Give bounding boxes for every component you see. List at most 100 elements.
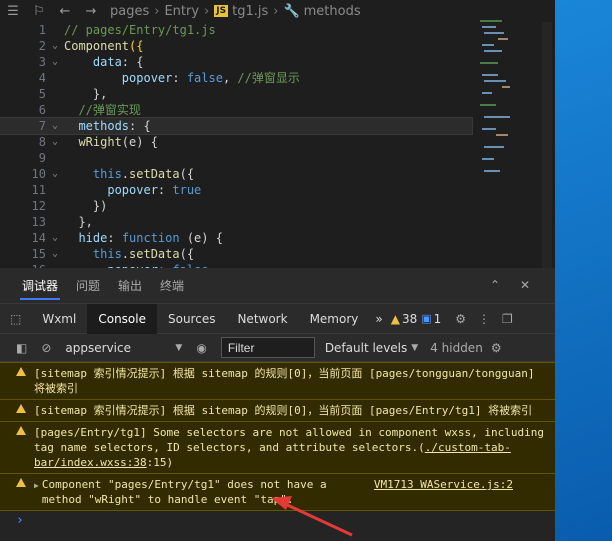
code-token: : — [107, 231, 122, 245]
editor-scrollbar[interactable] — [542, 22, 552, 268]
forward-icon[interactable]: → — [78, 4, 104, 19]
log-levels-dropdown[interactable]: Default levels — [325, 341, 407, 355]
console-warning[interactable]: [sitemap 索引情况提示] 根据 sitemap 的规则[0]，当前页面 … — [0, 399, 555, 421]
tab-problems[interactable]: 问题 — [76, 268, 100, 304]
context-selector[interactable]: appservice — [65, 341, 175, 355]
breadcrumb-item[interactable]: methods — [304, 4, 361, 19]
code-editor[interactable]: ☰ ⚐ ← → pages › Entry › JS tg1.js › 🔧 me… — [0, 0, 555, 268]
code-token: //弹窗实现 — [64, 103, 141, 117]
tab-console[interactable]: Console — [87, 303, 157, 334]
close-icon[interactable]: ✕ — [520, 278, 530, 292]
code-token: (e) { — [121, 135, 158, 149]
filter-input[interactable] — [220, 337, 315, 358]
tab-output[interactable]: 输出 — [118, 268, 142, 304]
tab-terminal[interactable]: 终端 — [160, 268, 184, 304]
fold-chevron-icon[interactable]: ⌄ — [46, 54, 64, 70]
clear-console-icon[interactable]: ⊘ — [41, 341, 51, 355]
source-link[interactable]: VM1713 WAService.js:2 — [374, 477, 513, 492]
code-line[interactable]: 9 — [0, 150, 472, 166]
fold-chevron-icon[interactable] — [46, 86, 64, 102]
warning-icon — [16, 367, 26, 376]
fold-chevron-icon[interactable]: ⌄ — [46, 166, 64, 182]
inspect-element-icon[interactable]: ⬚ — [0, 304, 31, 334]
chevron-down-icon[interactable]: ▼ — [175, 343, 182, 353]
code-line[interactable]: 13 }, — [0, 214, 472, 230]
console-warning[interactable]: ▶ Component "pages/Entry/tg1" does not ha… — [0, 473, 555, 510]
console-settings-gear-icon[interactable]: ⚙ — [491, 341, 502, 355]
line-number: 9 — [38, 151, 46, 165]
code-line[interactable]: 2 ⌄ Component({ — [0, 38, 472, 54]
code-line[interactable]: 8 ⌄ wRight(e) { — [0, 134, 472, 150]
bookmark-icon[interactable]: ⚐ — [26, 4, 52, 19]
info-icon: ▣ — [421, 312, 432, 325]
line-number: 11 — [31, 183, 46, 197]
fold-chevron-icon[interactable] — [46, 150, 64, 166]
code-text: methods: { — [64, 118, 472, 134]
code-token: : — [157, 183, 173, 197]
warning-count[interactable]: 38 — [402, 312, 417, 326]
chevron-up-icon[interactable]: ⌃ — [490, 278, 500, 292]
info-count[interactable]: 1 — [434, 312, 442, 326]
back-icon[interactable]: ← — [52, 4, 78, 19]
code-text: }, — [64, 214, 472, 230]
fold-chevron-icon[interactable] — [46, 198, 64, 214]
more-tabs-button[interactable]: » — [369, 304, 388, 334]
chevron-right-icon: › — [154, 3, 160, 19]
fold-chevron-icon[interactable] — [46, 214, 64, 230]
breadcrumb-item[interactable]: pages — [110, 4, 149, 19]
breadcrumb-item[interactable]: Entry — [164, 4, 199, 19]
settings-gear-icon[interactable]: ⚙ — [455, 312, 466, 326]
fold-chevron-icon[interactable]: ⌄ — [46, 230, 64, 246]
hidden-count[interactable]: 4 hidden — [430, 341, 483, 355]
tab-sources[interactable]: Sources — [157, 304, 226, 334]
code-token: }, — [64, 215, 93, 229]
fold-chevron-icon[interactable]: ⌄ — [46, 118, 64, 134]
tab-network[interactable]: Network — [226, 304, 298, 334]
dock-icon[interactable]: ❐ — [502, 312, 513, 326]
console-warning[interactable]: [sitemap 索引情况提示] 根据 sitemap 的规则[0]，当前页面 … — [0, 362, 555, 399]
code-line[interactable]: 15 ⌄ this.setData({ — [0, 246, 472, 262]
code-line[interactable]: 4 popover: false, //弹窗显示 — [0, 70, 472, 86]
fold-chevron-icon[interactable]: ⌄ — [46, 246, 64, 262]
fold-chevron-icon[interactable]: ⌄ — [46, 134, 64, 150]
fold-chevron-icon[interactable]: ⌄ — [46, 38, 64, 54]
breadcrumb-item[interactable]: tg1.js — [232, 4, 268, 19]
code-token: wRight — [64, 135, 122, 149]
code-line[interactable]: 3 ⌄ data: { — [0, 54, 472, 70]
code-text: wRight(e) { — [64, 134, 472, 150]
warning-icon — [16, 478, 26, 487]
line-number: 2 — [38, 39, 46, 53]
fold-chevron-icon[interactable] — [46, 70, 64, 86]
fold-chevron-icon[interactable] — [46, 102, 64, 118]
console-prompt[interactable]: › — [0, 510, 555, 530]
code-line[interactable]: 10 ⌄ this.setData({ — [0, 166, 472, 182]
console-warning[interactable]: [pages/Entry/tg1] Some selectors are not… — [0, 421, 555, 473]
code-line[interactable]: 1 // pages/Entry/tg1.js — [0, 22, 472, 38]
code-token: popover — [64, 71, 173, 85]
line-number: 1 — [38, 23, 46, 37]
code-line[interactable]: 12 }) — [0, 198, 472, 214]
code-token: ({ — [179, 247, 195, 261]
eye-icon[interactable]: ◉ — [196, 341, 206, 355]
minimap[interactable] — [476, 18, 536, 178]
code-text: Component({ — [64, 38, 472, 54]
console-filter-bar: ◧ ⊘ appservice ▼ ◉ Default levels ▼ 4 hi… — [0, 334, 555, 362]
more-options-icon[interactable]: ⋮ — [478, 312, 490, 326]
fold-chevron-icon[interactable] — [46, 22, 64, 38]
code-lines[interactable]: 1// pages/Entry/tg1.js 2 ⌄ Component({3 ⌄ da… — [0, 22, 473, 268]
tab-memory[interactable]: Memory — [299, 304, 370, 334]
chevron-down-icon[interactable]: ▼ — [411, 343, 418, 353]
code-line[interactable]: 7 ⌄ methods: { — [0, 117, 473, 135]
fold-chevron-icon[interactable] — [46, 182, 64, 198]
menu-icon[interactable]: ☰ — [0, 4, 26, 19]
tab-debugger[interactable]: 调试器 — [19, 268, 61, 304]
tab-wxml[interactable]: Wxml — [31, 304, 87, 334]
expand-triangle-icon[interactable]: ▶ — [34, 481, 39, 490]
code-line[interactable]: 5 }, — [0, 86, 472, 102]
sidebar-toggle-icon[interactable]: ◧ — [16, 341, 27, 355]
code-token: setData — [129, 167, 180, 181]
code-line[interactable]: 6 //弹窗实现 — [0, 102, 472, 118]
code-line[interactable]: 11 popover: true — [0, 182, 472, 198]
code-line[interactable]: 14 ⌄ hide: function (e) { — [0, 230, 472, 246]
code-token: setData — [129, 247, 180, 261]
